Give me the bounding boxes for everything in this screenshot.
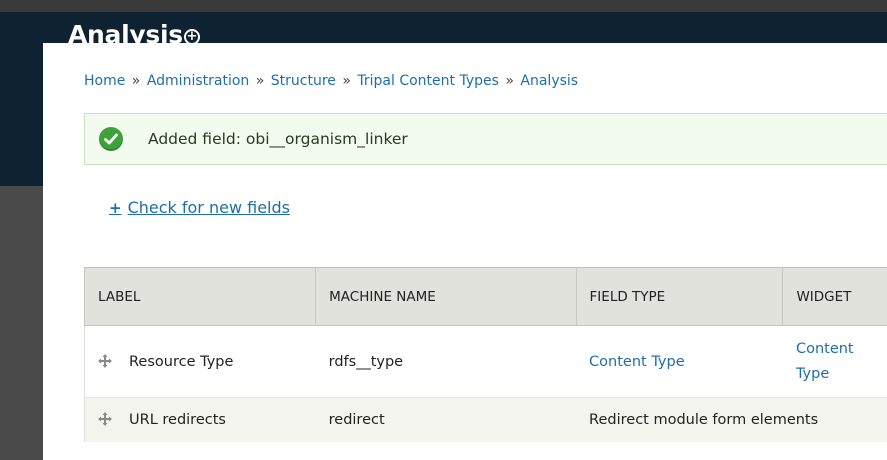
breadcrumb-structure[interactable]: Structure [271, 73, 336, 89]
table-header-row: LABEL MACHINE NAME FIELD TYPE WIDGET [83, 267, 887, 326]
table-row: URL redirects redirect Redirect module f… [83, 397, 887, 442]
widget-link-line1: Content [795, 340, 854, 357]
breadcrumb-separator: » [131, 73, 141, 89]
field-label-cell: URL redirects [83, 397, 316, 442]
checkmark-icon [99, 127, 123, 151]
widget-cell: Content Type [782, 325, 887, 398]
breadcrumb-separator: » [255, 73, 265, 89]
column-header-label[interactable]: LABEL [83, 267, 317, 326]
widget-link-line2: Type [795, 365, 830, 382]
field-label: URL redirects [129, 411, 226, 428]
status-message: Added field: obi__organism_linker [84, 113, 887, 165]
machine-name-cell: rdfs__type [315, 325, 577, 398]
breadcrumb-separator: » [505, 73, 514, 89]
field-label: Resource Type [129, 353, 234, 370]
widget-link[interactable]: Content Type [796, 337, 866, 387]
column-header-widget[interactable]: WIDGET [782, 267, 887, 326]
column-header-machine-name[interactable]: MACHINE NAME [315, 267, 577, 326]
check-new-fields-link[interactable]: + Check for new fields [109, 198, 290, 217]
field-type-cell: Redirect module form elements [576, 397, 887, 442]
status-message-text: Added field: obi__organism_linker [148, 130, 408, 148]
breadcrumb-separator: » [342, 73, 351, 89]
breadcrumb-tripal-content-types[interactable]: Tripal Content Types [357, 73, 499, 89]
breadcrumb-analysis[interactable]: Analysis [520, 73, 578, 89]
plus-icon: + [109, 199, 122, 217]
breadcrumb-administration[interactable]: Administration [147, 73, 249, 89]
field-type-link[interactable]: Content Type [589, 354, 685, 370]
column-header-field-type[interactable]: FIELD TYPE [575, 267, 784, 326]
browser-top-strip [0, 0, 887, 12]
field-label-cell: Resource Type [83, 325, 316, 398]
breadcrumb-home[interactable]: Home [84, 73, 125, 89]
breadcrumb: Home » Administration » Structure » Trip… [84, 73, 578, 89]
table-row: Resource Type rdfs__type Content Type Co… [83, 325, 887, 398]
field-type-cell: Content Type [576, 325, 783, 398]
machine-name-cell: redirect [315, 397, 577, 442]
fields-table: LABEL MACHINE NAME FIELD TYPE WIDGET Res… [83, 267, 887, 442]
main-content: Home » Administration » Structure » Trip… [43, 43, 887, 460]
check-new-fields-label: Check for new fields [127, 198, 290, 217]
drag-handle-icon[interactable] [98, 353, 112, 368]
drag-handle-icon[interactable] [98, 411, 112, 426]
